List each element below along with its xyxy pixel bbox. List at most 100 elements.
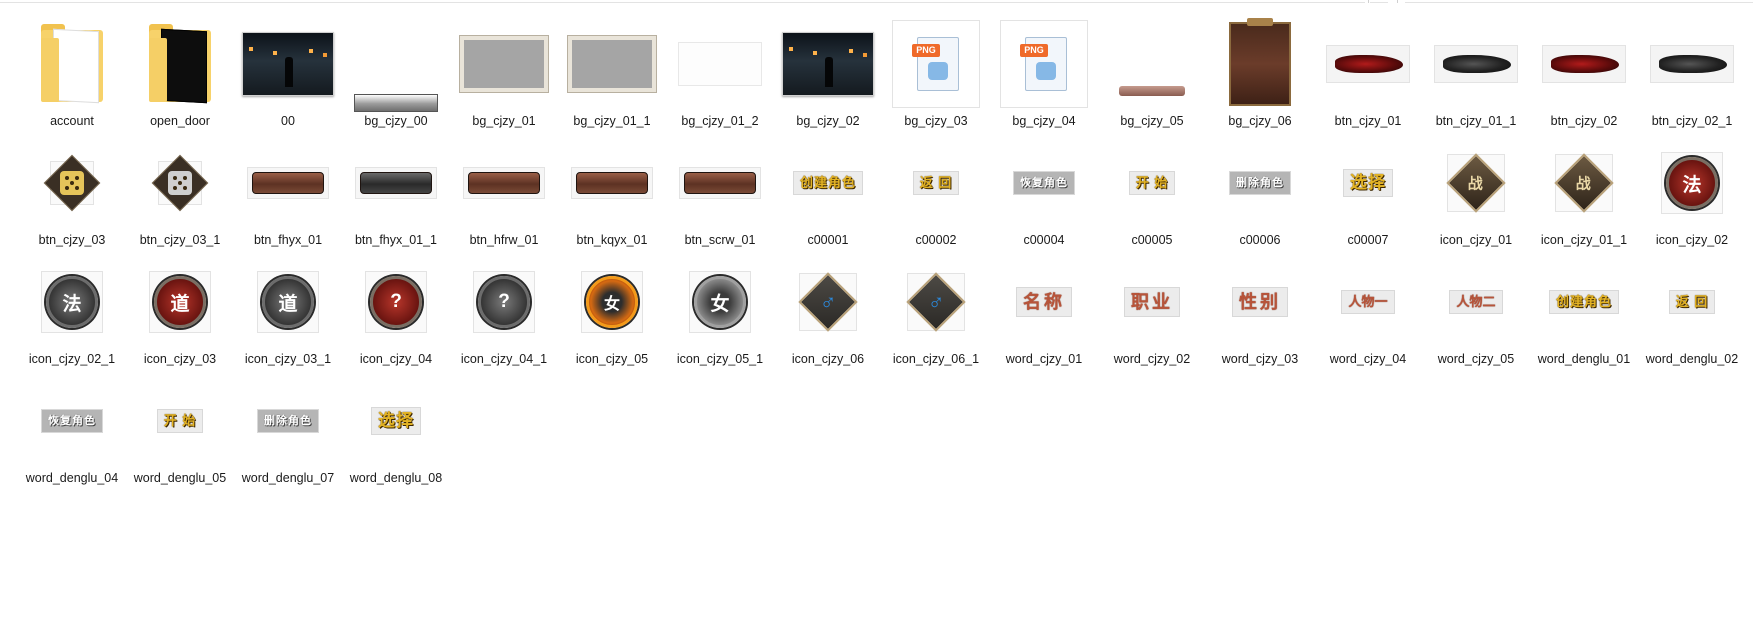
file-item[interactable]: 名称 word_cjzy_01: [990, 254, 1098, 373]
file-item[interactable]: 选择 word_denglu_08: [342, 373, 450, 492]
file-item[interactable]: btn_cjzy_02: [1530, 16, 1638, 135]
file-item[interactable]: 人物二 word_cjzy_05: [1422, 254, 1530, 373]
file-item[interactable]: btn_hfrw_01: [450, 135, 558, 254]
file-thumbnail: ♂: [780, 254, 876, 350]
round-badge-icon: 法: [1661, 152, 1723, 214]
file-item[interactable]: open_door: [126, 16, 234, 135]
button-bar: [468, 172, 540, 194]
file-item[interactable]: 道 icon_cjzy_03: [126, 254, 234, 373]
word-graphic: 人物一: [1341, 290, 1395, 314]
file-name: btn_cjzy_02_1: [1651, 114, 1733, 128]
brush-stroke-thumbnail: [1542, 45, 1626, 83]
file-item[interactable]: bg_cjzy_05: [1098, 16, 1206, 135]
file-item[interactable]: btn_fhyx_01_1: [342, 135, 450, 254]
word-graphic: 删除角色: [1229, 171, 1291, 195]
file-item[interactable]: 恢复角色 word_denglu_04: [18, 373, 126, 492]
dice-face: [151, 154, 209, 212]
round-face: 女: [694, 276, 746, 328]
file-item[interactable]: PNG bg_cjzy_04: [990, 16, 1098, 135]
file-item[interactable]: 性别 word_cjzy_03: [1206, 254, 1314, 373]
file-item[interactable]: 道 icon_cjzy_03_1: [234, 254, 342, 373]
file-item[interactable]: btn_scrw_01: [666, 135, 774, 254]
round-badge-icon: ?: [365, 271, 427, 333]
file-name: btn_fhyx_01_1: [354, 233, 437, 247]
round-glyph: 道: [278, 293, 298, 315]
file-thumbnail: [564, 16, 660, 112]
file-item[interactable]: 开 始 c00005: [1098, 135, 1206, 254]
word-graphic: 恢复角色: [1013, 171, 1075, 195]
file-item[interactable]: 创建角色 word_denglu_01: [1530, 254, 1638, 373]
round-face: ?: [370, 276, 422, 328]
png-badge: PNG: [912, 44, 940, 57]
dice-icon: [151, 154, 209, 212]
diamond-face: ♂: [906, 272, 966, 332]
diamond-face: ♂: [798, 272, 858, 332]
file-item[interactable]: 恢复角色 c00004: [990, 135, 1098, 254]
file-item[interactable]: ♂ icon_cjzy_06_1: [882, 254, 990, 373]
file-item[interactable]: 战 icon_cjzy_01: [1422, 135, 1530, 254]
button-thumbnail: [463, 167, 545, 199]
file-item[interactable]: 职业 word_cjzy_02: [1098, 254, 1206, 373]
file-item[interactable]: 女 icon_cjzy_05: [558, 254, 666, 373]
brush-stroke-thumbnail: [1650, 45, 1734, 83]
file-item[interactable]: btn_cjzy_03_1: [126, 135, 234, 254]
file-item[interactable]: bg_cjzy_01_1: [558, 16, 666, 135]
file-item[interactable]: bg_cjzy_02: [774, 16, 882, 135]
round-glyph: 女: [603, 296, 620, 313]
file-item[interactable]: 选择 c00007: [1314, 135, 1422, 254]
file-item[interactable]: 法 icon_cjzy_02: [1638, 135, 1746, 254]
file-item[interactable]: btn_kqyx_01: [558, 135, 666, 254]
file-thumbnail: 删除角色: [1212, 135, 1308, 231]
word-graphic: 职业: [1124, 287, 1180, 317]
round-face: 法: [1666, 157, 1718, 209]
file-item[interactable]: ♂ icon_cjzy_06: [774, 254, 882, 373]
file-name: word_cjzy_02: [1113, 352, 1191, 366]
file-thumbnail: 战: [1428, 135, 1524, 231]
file-item[interactable]: ? icon_cjzy_04_1: [450, 254, 558, 373]
file-name: word_cjzy_04: [1329, 352, 1407, 366]
file-thumbnail: [1428, 16, 1524, 112]
file-item[interactable]: PNG bg_cjzy_03: [882, 16, 990, 135]
image-thumbnail: [354, 94, 438, 112]
toolbar-separator: [1368, 0, 1369, 3]
file-thumbnail: [132, 16, 228, 112]
file-item[interactable]: 开 始 word_denglu_05: [126, 373, 234, 492]
file-item[interactable]: btn_cjzy_01: [1314, 16, 1422, 135]
file-item[interactable]: 删除角色 word_denglu_07: [234, 373, 342, 492]
file-item[interactable]: btn_fhyx_01: [234, 135, 342, 254]
file-item[interactable]: bg_cjzy_01: [450, 16, 558, 135]
file-item[interactable]: bg_cjzy_00: [342, 16, 450, 135]
file-item[interactable]: 女 icon_cjzy_05_1: [666, 254, 774, 373]
file-name: c00001: [807, 233, 849, 247]
file-thumbnail: [240, 16, 336, 112]
file-item[interactable]: 创建角色 c00001: [774, 135, 882, 254]
button-bar: [576, 172, 648, 194]
file-item[interactable]: 战 icon_cjzy_01_1: [1530, 135, 1638, 254]
file-thumbnail: ?: [456, 254, 552, 350]
file-thumbnail: 女: [672, 254, 768, 350]
file-item[interactable]: 00: [234, 16, 342, 135]
file-item[interactable]: ? icon_cjzy_04: [342, 254, 450, 373]
file-name: btn_scrw_01: [684, 233, 756, 247]
button-bar: [684, 172, 756, 194]
file-thumbnail: 人物一: [1320, 254, 1416, 350]
file-item[interactable]: bg_cjzy_06: [1206, 16, 1314, 135]
file-item[interactable]: 删除角色 c00006: [1206, 135, 1314, 254]
file-name: bg_cjzy_03: [904, 114, 968, 128]
diamond-badge-icon: 战: [1554, 153, 1614, 213]
file-item[interactable]: 返 回 c00002: [882, 135, 990, 254]
file-item[interactable]: 人物一 word_cjzy_04: [1314, 254, 1422, 373]
file-item[interactable]: 法 icon_cjzy_02_1: [18, 254, 126, 373]
search-box-edge[interactable]: [1405, 0, 1753, 3]
round-glyph: 法: [1682, 174, 1702, 196]
file-item[interactable]: btn_cjzy_03: [18, 135, 126, 254]
file-item[interactable]: btn_cjzy_02_1: [1638, 16, 1746, 135]
file-item[interactable]: 返 回 word_denglu_02: [1638, 254, 1746, 373]
file-thumbnail: [1644, 16, 1740, 112]
file-name: bg_cjzy_01: [472, 114, 536, 128]
file-item[interactable]: bg_cjzy_01_2: [666, 16, 774, 135]
image-thumbnail: [460, 36, 548, 92]
file-item[interactable]: account: [18, 16, 126, 135]
file-item[interactable]: btn_cjzy_01_1: [1422, 16, 1530, 135]
file-name: icon_cjzy_01: [1439, 233, 1513, 247]
